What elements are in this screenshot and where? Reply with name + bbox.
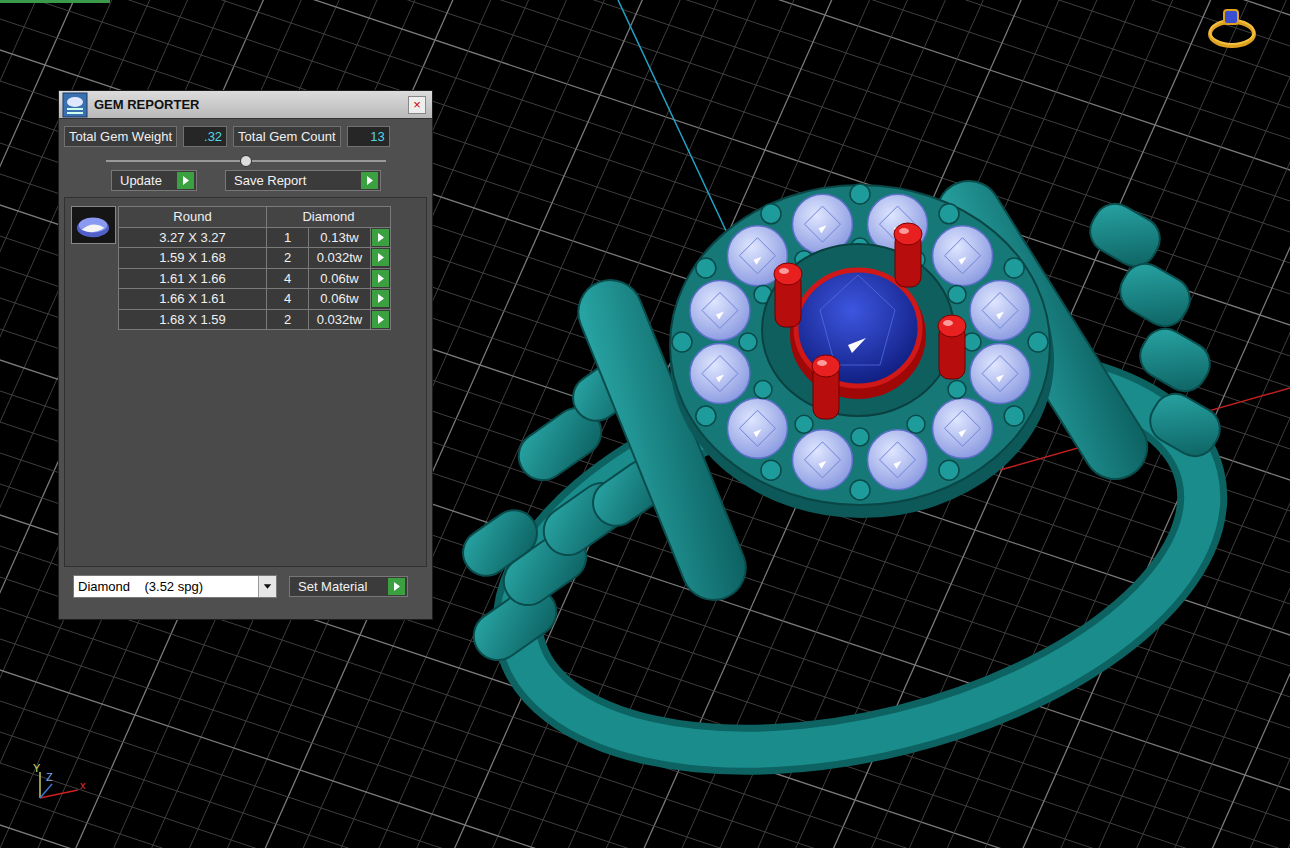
title-bar[interactable]: GEM REPORTER × [59,91,432,119]
weight-cell: 0.032tw [309,309,371,330]
size-cell: 1.61 X 1.66 [119,268,267,289]
slider[interactable] [106,155,386,167]
axis-x-label: x [80,780,86,791]
material-header: Diamond [267,207,391,228]
gem-reporter-window[interactable]: GEM REPORTER × Total Gem Weight .32 Tota… [58,90,433,620]
round-gem-icon [71,206,116,244]
count-cell: 4 [267,268,309,289]
count-cell: 4 [267,289,309,310]
save-report-label: Save Report [234,172,306,189]
total-weight-value: .32 [183,126,227,147]
go-arrow-icon [372,311,389,328]
go-arrow-icon [372,229,389,246]
weight-cell: 0.032tw [309,248,371,269]
tab-edge [0,0,110,3]
weight-cell: 0.13tw [309,227,371,248]
material-value: Diamond (3.52 spg) [78,577,203,597]
size-cell: 1.66 X 1.61 [119,289,267,310]
go-arrow-icon [388,578,405,595]
gem-list-panel: Round Diamond 3.27 X 3.2710.13tw1.59 X 1… [64,197,427,567]
count-cell: 2 [267,248,309,269]
row-go-button[interactable] [371,309,391,330]
weight-cell: 0.06tw [309,268,371,289]
set-material-label: Set Material [298,578,367,595]
gem-row[interactable]: 3.27 X 3.2710.13tw [119,227,391,248]
go-arrow-icon [372,290,389,307]
count-cell: 2 [267,309,309,330]
update-button[interactable]: Update [111,170,197,191]
row-go-button[interactable] [371,289,391,310]
size-cell: 3.27 X 3.27 [119,227,267,248]
go-arrow-icon [372,270,389,287]
ring-view-icon[interactable] [1204,4,1260,54]
gem-row[interactable]: 1.59 X 1.6820.032tw [119,248,391,269]
total-count-value: 13 [347,126,390,147]
axis-y-label: Y [33,763,40,774]
go-arrow-icon [177,172,194,189]
shape-header: Round [119,207,267,228]
row-go-button[interactable] [371,268,391,289]
size-cell: 1.59 X 1.68 [119,248,267,269]
go-arrow-icon [361,172,378,189]
set-material-button[interactable]: Set Material [289,576,408,597]
row-go-button[interactable] [371,248,391,269]
total-weight-label: Total Gem Weight [64,126,177,147]
axis-z-label: Z [46,772,53,783]
gem-table: Round Diamond 3.27 X 3.2710.13tw1.59 X 1… [118,206,391,330]
gem-row[interactable]: 1.66 X 1.6140.06tw [119,289,391,310]
row-go-button[interactable] [371,227,391,248]
weight-cell: 0.06tw [309,289,371,310]
count-cell: 1 [267,227,309,248]
save-report-button[interactable]: Save Report [225,170,381,191]
gem-report-icon [62,92,88,118]
size-cell: 1.68 X 1.59 [119,309,267,330]
update-label: Update [120,172,162,189]
material-dropdown[interactable]: Diamond (3.52 spg) [73,575,277,598]
go-arrow-icon [372,249,389,266]
gem-row[interactable]: 1.61 X 1.6640.06tw [119,268,391,289]
window-title: GEM REPORTER [94,95,408,115]
close-button[interactable]: × [408,96,426,114]
total-count-label: Total Gem Count [233,126,341,147]
dropdown-arrow-icon [258,576,276,597]
slider-knob[interactable] [240,155,252,167]
gem-row[interactable]: 1.68 X 1.5920.032tw [119,309,391,330]
viewport[interactable]: Y Z x GEM REPORTER × Total Gem Weight .3… [0,0,1290,848]
